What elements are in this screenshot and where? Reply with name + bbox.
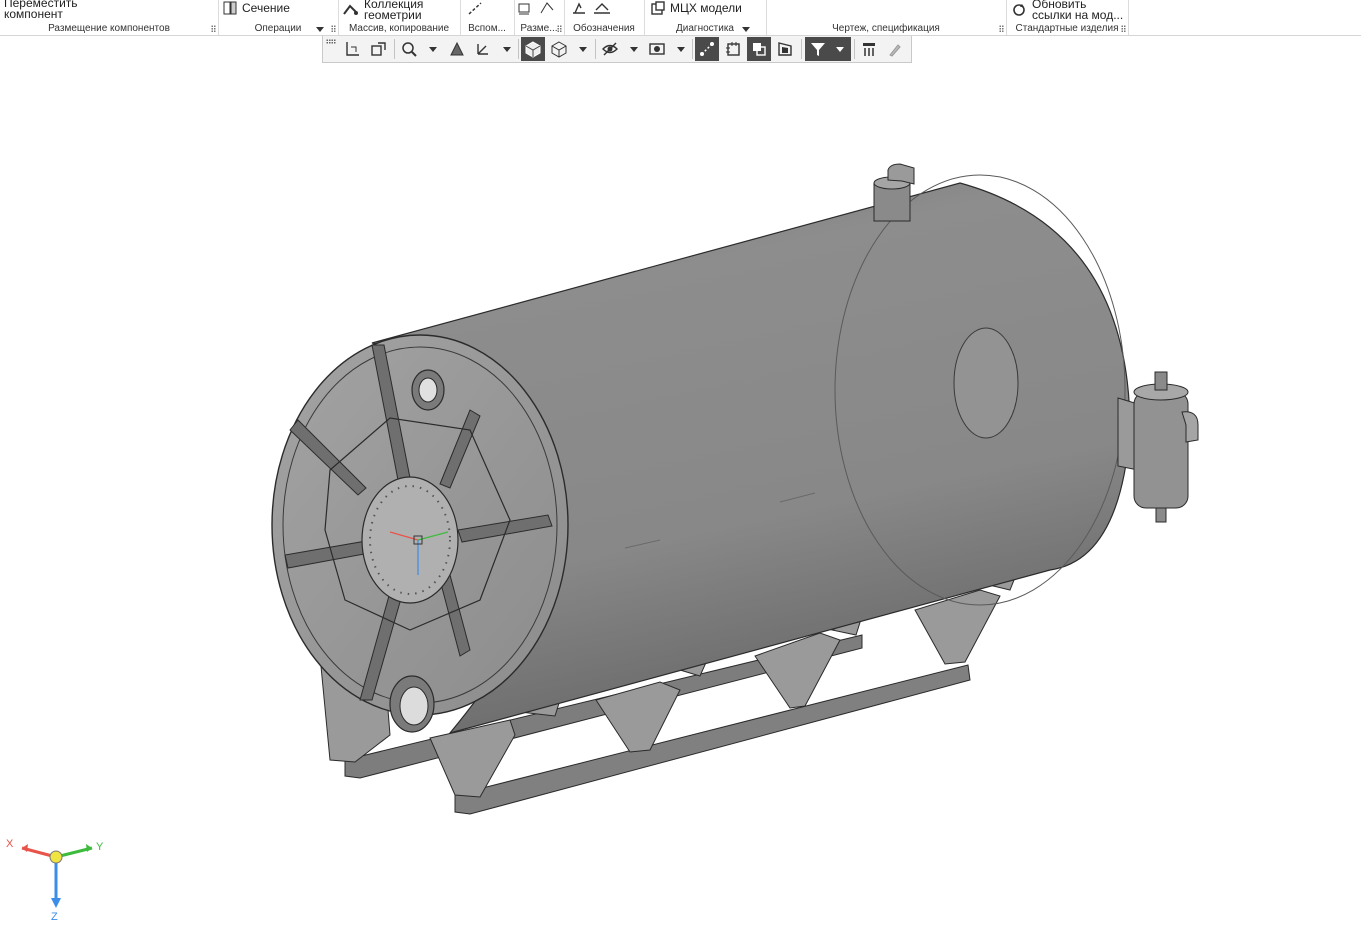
ribbon-group-auxiliary: Вспом...: [460, 0, 515, 35]
ribbon-group-drawing-spec: Чертеж, спецификация: [766, 0, 1007, 35]
zoom-icon: [402, 42, 417, 57]
mass-properties-button[interactable]: МЦХ модели: [650, 0, 742, 22]
sketch-icon: [726, 42, 740, 56]
model-viewport[interactable]: [0, 62, 1361, 921]
section-view-icon: [753, 43, 766, 56]
orient-button[interactable]: [445, 37, 469, 61]
ribbon-group-diagnostics: МЦХ модели Диагностика: [644, 0, 767, 35]
ribbon-group-component-placement: Переместить компонент Размещение компоне…: [0, 0, 219, 35]
shaded-edges-button[interactable]: [521, 37, 545, 61]
ribbon-caption: Обозначения: [573, 23, 635, 34]
axis-dropdown-icon[interactable]: [503, 47, 511, 52]
orient-icon: [450, 41, 464, 56]
select-filter-icon: [346, 42, 359, 56]
collection-icon: [343, 4, 358, 15]
ribbon-group-dimensions: Разме...: [514, 0, 565, 35]
filter-icon: [811, 43, 844, 56]
weld-icon: [594, 3, 610, 14]
properties-button[interactable]: [857, 37, 881, 61]
roughness-icon: [573, 2, 585, 14]
filter-button[interactable]: [805, 37, 851, 61]
axis-button[interactable]: [471, 37, 495, 61]
y-axis-label: Y: [96, 841, 104, 853]
group-grip-icon[interactable]: [557, 25, 562, 32]
orientation-triad: X Y Z: [6, 838, 104, 921]
collection-label-2: геометрии: [364, 8, 422, 22]
section-view-button[interactable]: [747, 37, 771, 61]
toolbar-grip-icon[interactable]: [326, 39, 336, 44]
dimension-icon: [518, 3, 530, 15]
ribbon-caption: Стандартные изделия: [1015, 23, 1119, 34]
show-axes-button[interactable]: [695, 37, 719, 61]
flange-plate: [361, 476, 459, 604]
section-icon: [223, 1, 237, 15]
show-axes-icon: [700, 42, 714, 56]
z-axis-label: Z: [51, 911, 58, 921]
paint-icon: [889, 44, 901, 57]
side-separator-vessel: [1117, 371, 1199, 523]
update-links-label-2: ссылки на мод...: [1032, 8, 1124, 22]
wireframe-icon: [551, 41, 567, 58]
mass-properties-icon: [651, 1, 665, 15]
group-grip-icon[interactable]: [211, 25, 216, 32]
visibility-button[interactable]: [645, 37, 669, 61]
hide-icon: [602, 42, 618, 56]
operations-dropdown-icon[interactable]: [316, 27, 324, 32]
zoom-dropdown-icon[interactable]: [429, 47, 437, 52]
ribbon-group-operations: Сечение Операции: [218, 0, 339, 35]
ribbon-caption: Чертеж, спецификация: [832, 23, 940, 34]
sketch-button[interactable]: [721, 37, 745, 61]
component-select-button[interactable]: [367, 37, 391, 61]
shaded-edges-icon: [525, 41, 541, 58]
visibility-dropdown-icon[interactable]: [677, 47, 685, 52]
component-select-icon: [371, 42, 386, 56]
section-label: Сечение: [242, 0, 290, 15]
wireframe-button[interactable]: [547, 37, 571, 61]
update-links-button[interactable]: Обновить ссылки на мод...: [1010, 0, 1123, 24]
x-axis-label: X: [6, 838, 14, 850]
paint-button[interactable]: [883, 37, 907, 61]
aux-geometry-icon: [468, 2, 482, 15]
axis-icon: [477, 44, 488, 55]
top-elbow-nozzle: [873, 163, 915, 222]
mass-properties-label: МЦХ модели: [670, 0, 742, 15]
perspective-button[interactable]: [773, 37, 797, 61]
geometry-collection-button[interactable]: Коллекция геометрии: [342, 0, 423, 24]
ribbon-caption: Вспом...: [468, 23, 506, 34]
angle-dimension-icon: [540, 2, 554, 14]
move-component-button[interactable]: Переместить компонент: [4, 0, 78, 23]
section-button[interactable]: Сечение: [222, 0, 290, 22]
zoom-button[interactable]: [397, 37, 421, 61]
auxiliary-button[interactable]: [466, 0, 484, 22]
ribbon-caption: Размещение компонентов: [48, 23, 170, 34]
ribbon-group-designations: Обозначения: [564, 0, 645, 35]
visibility-icon: [649, 43, 665, 55]
hide-dropdown-icon[interactable]: [630, 47, 638, 52]
ribbon-caption: Массив, копирование: [348, 23, 450, 34]
group-grip-icon[interactable]: [1121, 25, 1126, 32]
tank-model-3d[interactable]: [0, 62, 1361, 921]
display-dropdown-icon[interactable]: [579, 47, 587, 52]
ribbon-group-array-copy: Коллекция геометрии Массив, копирование: [338, 0, 461, 35]
move-component-label-2: компонент: [4, 7, 63, 21]
properties-icon: [863, 43, 875, 56]
group-grip-icon[interactable]: [999, 25, 1004, 32]
update-links-icon: [1013, 4, 1025, 16]
ribbon-group-standard-parts: Обновить ссылки на мод... Стандартные из…: [1006, 0, 1129, 35]
dimensions-buttons[interactable]: [516, 0, 556, 22]
group-grip-icon[interactable]: [331, 25, 336, 32]
view-toolbar: [322, 36, 912, 63]
designations-buttons[interactable]: [570, 0, 612, 22]
select-filter-button[interactable]: [341, 37, 365, 61]
diagnostics-dropdown-icon[interactable]: [742, 27, 750, 32]
perspective-icon: [778, 42, 792, 56]
hide-button[interactable]: [598, 37, 622, 61]
ribbon: Переместить компонент Размещение компоне…: [0, 0, 1361, 36]
rear-manhole: [953, 327, 1019, 439]
